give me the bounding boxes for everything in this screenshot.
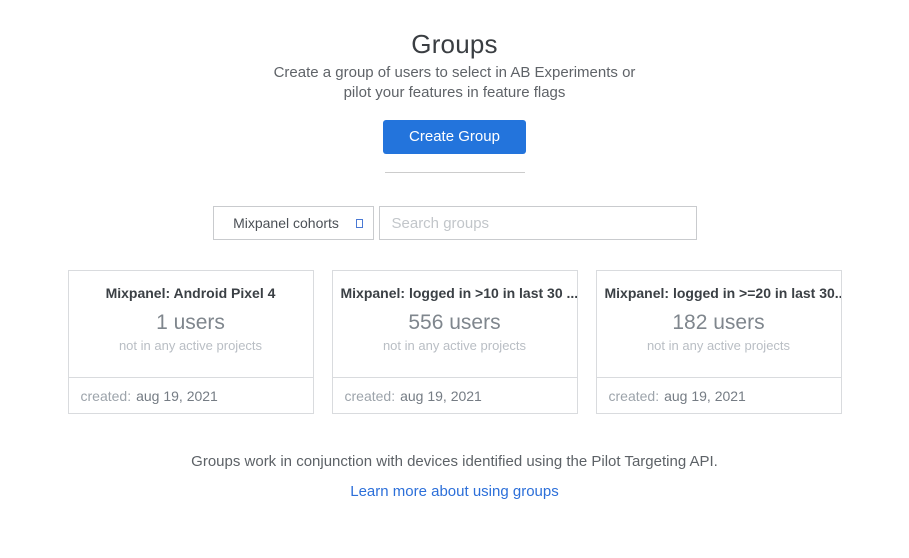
cohort-source-dropdown[interactable]: Mixpanel cohorts [213,206,374,240]
group-title: Mixpanel: Android Pixel 4 [69,284,313,302]
group-card[interactable]: Mixpanel: logged in >=20 in last 30... 1… [596,270,842,414]
group-status: not in any active projects [69,338,313,354]
group-card[interactable]: Mixpanel: logged in >10 in last 30 ... 5… [332,270,578,414]
page-subtitle-line-1: Create a group of users to select in AB … [0,63,909,83]
cohort-source-dropdown-value: Mixpanel cohorts [233,215,353,231]
group-created-date: aug 19, 2021 [664,388,746,404]
page-subtitle: Create a group of users to select in AB … [0,63,909,103]
group-card-body: Mixpanel: Android Pixel 4 1 users not in… [69,271,313,377]
group-card-body: Mixpanel: logged in >=20 in last 30... 1… [597,271,841,377]
group-users-count: 556 users [333,311,577,335]
search-groups-input[interactable] [379,206,697,240]
header-divider [385,172,525,173]
group-card-footer: created: aug 19, 2021 [69,377,313,413]
group-card-footer: created: aug 19, 2021 [597,377,841,413]
group-title: Mixpanel: logged in >=20 in last 30... [597,284,841,302]
group-users-count: 182 users [597,311,841,335]
footer-info-text: Groups work in conjunction with devices … [0,453,909,470]
group-card-list: Mixpanel: Android Pixel 4 1 users not in… [0,270,909,414]
group-created-label: created: [609,388,660,404]
group-status: not in any active projects [333,338,577,354]
group-created-date: aug 19, 2021 [400,388,482,404]
group-created-label: created: [81,388,132,404]
group-created-label: created: [345,388,396,404]
page-title: Groups [0,28,909,60]
group-title: Mixpanel: logged in >10 in last 30 ... [333,284,577,302]
group-card-footer: created: aug 19, 2021 [333,377,577,413]
create-group-button[interactable]: Create Group [383,120,526,154]
learn-more-link[interactable]: Learn more about using groups [350,483,558,500]
dropdown-box-icon [356,219,363,228]
group-status: not in any active projects [597,338,841,354]
group-card-body: Mixpanel: logged in >10 in last 30 ... 5… [333,271,577,377]
group-users-count: 1 users [69,311,313,335]
groups-page: Groups Create a group of users to select… [0,0,909,558]
page-subtitle-line-2: pilot your features in feature flags [0,83,909,103]
group-created-date: aug 19, 2021 [136,388,218,404]
page-footer: Groups work in conjunction with devices … [0,453,909,501]
page-header: Groups Create a group of users to select… [0,0,909,173]
group-card[interactable]: Mixpanel: Android Pixel 4 1 users not in… [68,270,314,414]
filter-bar: Mixpanel cohorts [0,206,909,240]
